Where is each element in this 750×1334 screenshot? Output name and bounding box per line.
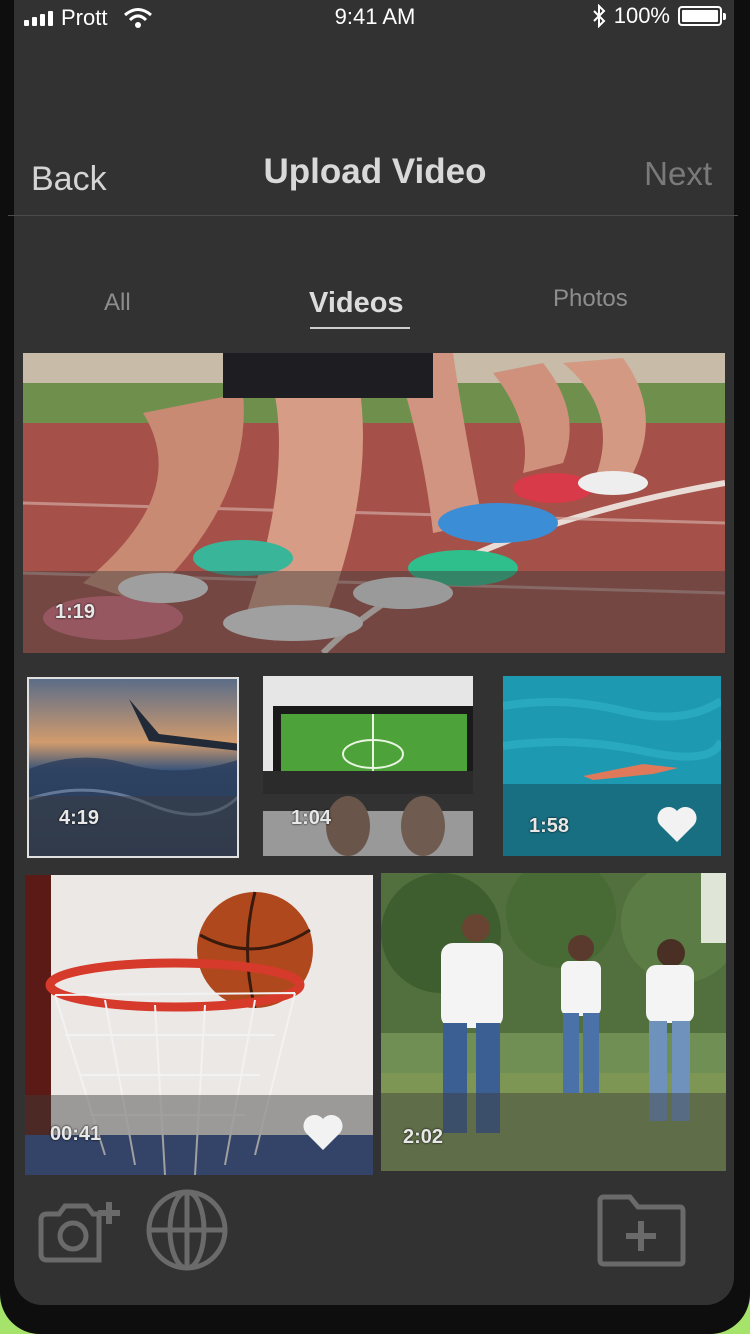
folder-add-icon[interactable]: [596, 1193, 686, 1267]
page-title: Upload Video: [263, 152, 487, 191]
video-thumbnail-airplane[interactable]: 4:19: [27, 677, 239, 858]
video-duration: 2:02: [403, 1126, 444, 1148]
bluetooth-icon: [593, 4, 606, 28]
battery-icon: [678, 6, 726, 26]
favorite-heart-icon[interactable]: [301, 1112, 345, 1152]
video-thumbnail-swimmer[interactable]: 1:58: [503, 676, 721, 856]
video-duration: 1:04: [291, 807, 332, 829]
video-duration: 00:41: [50, 1123, 102, 1145]
tab-all[interactable]: All: [104, 289, 131, 317]
tab-photos[interactable]: Photos: [553, 285, 628, 313]
duration-overlay: [23, 571, 725, 653]
globe-icon[interactable]: [144, 1187, 230, 1273]
camera-add-icon[interactable]: [35, 1198, 123, 1266]
next-button[interactable]: Next: [644, 155, 712, 193]
nav-divider: [8, 215, 738, 216]
favorite-heart-icon[interactable]: [655, 804, 699, 844]
status-bar: Prott 9:41 AM 100%: [0, 0, 750, 34]
video-thumbnail-soccer[interactable]: 1:04: [263, 676, 473, 856]
tab-selected-indicator: [310, 327, 410, 329]
video-thumbnail-basketball[interactable]: 00:41: [25, 875, 373, 1175]
tab-videos[interactable]: Videos: [309, 287, 404, 320]
video-thumbnail-family[interactable]: 2:02: [381, 873, 726, 1171]
status-right: 100%: [592, 3, 726, 29]
video-duration: 1:58: [529, 815, 570, 837]
video-thumbnail-runners[interactable]: 1:19: [23, 353, 725, 653]
video-duration: 1:19: [55, 601, 96, 623]
battery-percent: 100%: [613, 3, 670, 28]
video-duration: 4:19: [59, 807, 100, 829]
